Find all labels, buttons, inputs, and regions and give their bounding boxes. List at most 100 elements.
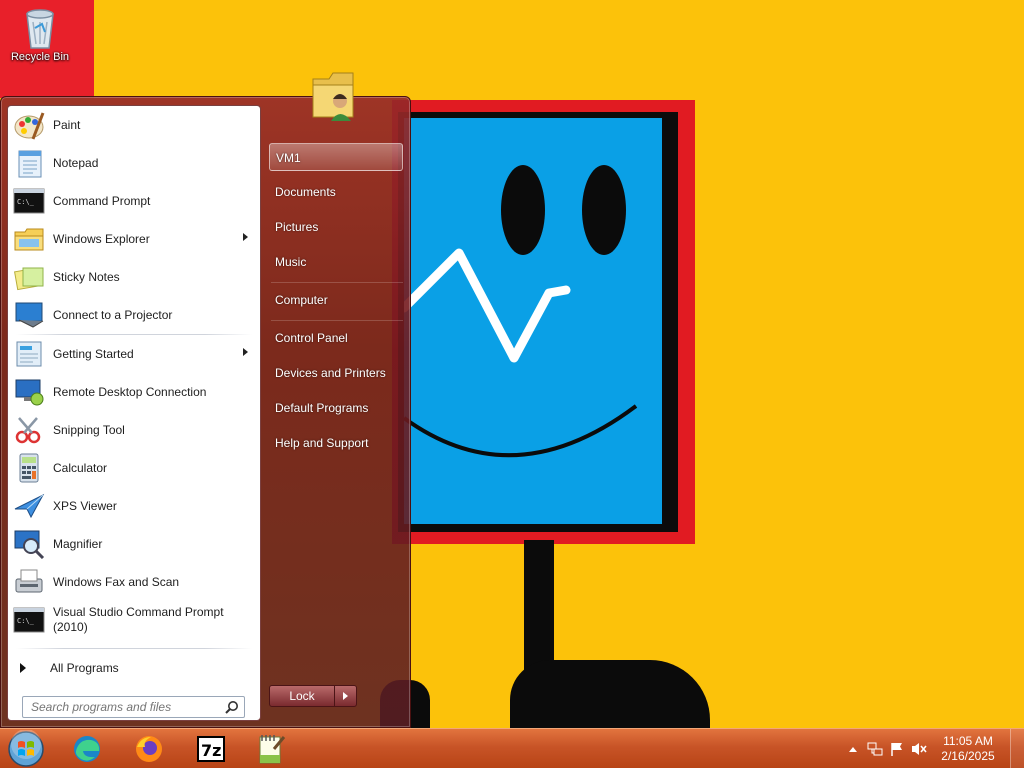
fax-scan-icon (12, 565, 46, 599)
calculator-icon (12, 451, 46, 485)
power-options-arrow-button[interactable] (335, 685, 357, 707)
program-label-line2: (2010) (53, 620, 88, 634)
wallpaper-face-drawing (404, 165, 638, 458)
network-icon (867, 742, 883, 756)
place-music[interactable]: Music (269, 248, 403, 276)
program-magnifier[interactable]: Magnifier (8, 525, 260, 563)
all-programs-arrow-icon (20, 663, 26, 673)
sticky-notes-icon (12, 260, 46, 294)
submenu-arrow-icon[interactable] (243, 233, 248, 241)
program-fax-scan[interactable]: Windows Fax and Scan (8, 563, 260, 601)
taskbar-7zip[interactable]: 7z (184, 731, 238, 767)
taskbar-firefox[interactable] (122, 731, 176, 767)
program-remote-desktop[interactable]: Remote Desktop Connection (8, 373, 260, 411)
program-sticky-notes[interactable]: Sticky Notes (8, 258, 260, 296)
show-hidden-icons-button[interactable] (842, 729, 864, 768)
action-center[interactable] (886, 729, 908, 768)
program-snipping-tool[interactable]: Snipping Tool (8, 411, 260, 449)
program-label: Windows Explorer (53, 231, 150, 246)
recycle-bin-label: Recycle Bin (10, 51, 70, 63)
lock-button[interactable]: Lock (269, 685, 335, 707)
projector-icon (12, 298, 46, 332)
show-hidden-icons-icon (849, 747, 857, 752)
program-calculator[interactable]: Calculator (8, 449, 260, 487)
places-separator (271, 282, 403, 283)
program-windows-explorer[interactable]: Windows Explorer (8, 220, 260, 258)
program-connect-projector[interactable]: Connect to a Projector (8, 296, 260, 334)
taskbar: 7z 11:05 AM 2/16/2025 (0, 728, 1024, 768)
search-input[interactable] (23, 697, 213, 717)
submenu-arrow-icon[interactable] (243, 348, 248, 356)
program-label: Sticky Notes (53, 269, 120, 284)
vs-command-prompt-icon: C:\_ (12, 603, 46, 637)
place-documents[interactable]: Documents (269, 178, 403, 206)
place-default-programs[interactable]: Default Programs (269, 394, 403, 422)
taskbar-notepadpp[interactable] (244, 731, 298, 767)
command-prompt-icon: C:\_ (12, 184, 46, 218)
place-help-support[interactable]: Help and Support (269, 429, 403, 457)
program-getting-started[interactable]: Getting Started (8, 335, 260, 373)
7zip-icon: 7z (197, 736, 225, 762)
program-label-line1: Visual Studio Command Prompt (53, 605, 224, 619)
magnifier-icon (12, 527, 46, 561)
notepad-icon (12, 146, 46, 180)
program-label: Command Prompt (53, 193, 151, 208)
start-menu: Paint Notepad C:\_ Command Prompt Window… (0, 72, 411, 728)
action-center-flag-icon (891, 743, 902, 756)
search-box[interactable] (22, 696, 245, 718)
windows-explorer-icon (12, 222, 46, 256)
remote-desktop-icon (12, 375, 46, 409)
program-label: Notepad (53, 155, 99, 170)
notification-area: 11:05 AM 2/16/2025 (842, 729, 1024, 768)
all-programs-label: All Programs (50, 661, 119, 675)
svg-text:7z: 7z (201, 741, 221, 760)
place-computer[interactable]: Computer (269, 286, 403, 314)
place-user-vm1[interactable]: VM1 (269, 143, 403, 171)
recycle-bin[interactable]: Recycle Bin (4, 4, 76, 63)
program-label: Remote Desktop Connection (53, 384, 207, 399)
wallpaper-leg (524, 540, 554, 670)
show-desktop-button[interactable] (1010, 729, 1024, 768)
edge-icon (74, 736, 100, 762)
volume-control[interactable] (908, 729, 930, 768)
program-label: Paint (53, 117, 81, 132)
program-xps-viewer[interactable]: XPS Viewer (8, 487, 260, 525)
taskbar-clock[interactable]: 11:05 AM 2/16/2025 (930, 734, 1006, 764)
all-programs-button[interactable]: All Programs (8, 651, 260, 685)
wallpaper-foot (510, 660, 710, 728)
place-control-panel[interactable]: Control Panel (269, 324, 403, 352)
programs-pane: Paint Notepad C:\_ Command Prompt Window… (7, 105, 261, 721)
svg-text:C:\_: C:\_ (17, 617, 35, 625)
all-programs-separator (16, 648, 252, 649)
network-status[interactable] (864, 729, 886, 768)
notepadpp-icon (259, 735, 286, 764)
snipping-tool-icon (12, 413, 46, 447)
xps-viewer-icon (12, 489, 46, 523)
program-list-recent: Getting Started Remote Desktop Connectio… (8, 335, 260, 639)
start-button[interactable] (4, 729, 48, 768)
program-label: Windows Fax and Scan (53, 574, 180, 589)
program-notepad[interactable]: Notepad (8, 144, 260, 182)
place-devices-printers[interactable]: Devices and Printers (269, 359, 403, 387)
places-pane: VM1 Documents Pictures Music Computer Co… (263, 72, 411, 727)
program-list: Paint Notepad C:\_ Command Prompt Window… (8, 106, 260, 334)
user-picture-icon[interactable] (307, 69, 363, 125)
place-pictures[interactable]: Pictures (269, 213, 403, 241)
clock-date: 2/16/2025 (941, 749, 995, 763)
program-vs-command-prompt[interactable]: C:\_ Visual Studio Command Prompt (2010) (8, 601, 260, 639)
firefox-icon (136, 736, 162, 762)
power-button-group: Lock (269, 685, 357, 707)
program-label: XPS Viewer (53, 498, 117, 513)
program-label: Visual Studio Command Prompt (2010) (46, 605, 224, 635)
program-label: Snipping Tool (53, 422, 125, 437)
getting-started-icon (12, 337, 46, 371)
program-label: Getting Started (53, 346, 134, 361)
program-command-prompt[interactable]: C:\_ Command Prompt (8, 182, 260, 220)
search-icon[interactable] (225, 700, 239, 714)
taskbar-edge[interactable] (60, 731, 114, 767)
recycle-bin-icon (26, 9, 54, 49)
program-label: Connect to a Projector (53, 307, 173, 322)
program-paint[interactable]: Paint (8, 106, 260, 144)
program-label: Magnifier (53, 536, 103, 551)
program-label: Calculator (53, 460, 108, 475)
